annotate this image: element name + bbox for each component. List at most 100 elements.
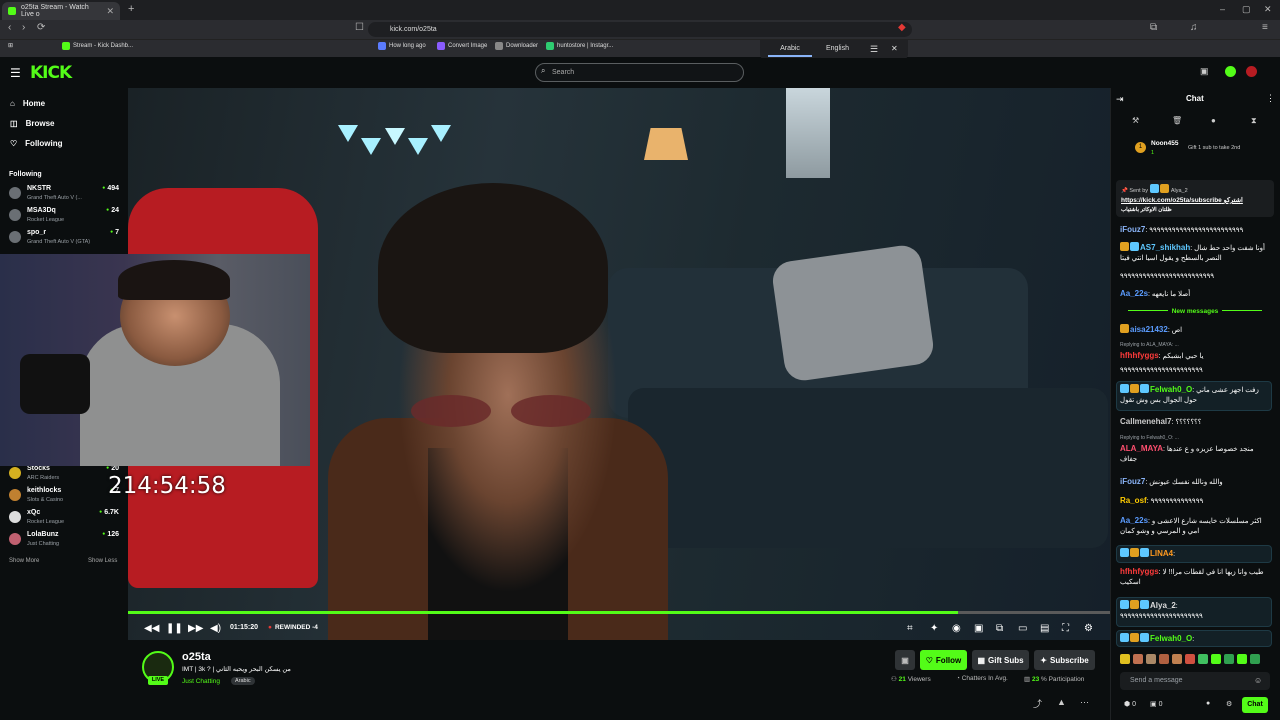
sidebar-item-home[interactable]: ⌂ Home bbox=[10, 99, 45, 108]
minimize-icon[interactable]: – bbox=[1220, 4, 1225, 14]
emote-icon bbox=[1237, 654, 1247, 664]
bookmark-item[interactable]: How long ago bbox=[378, 42, 426, 50]
search-input[interactable]: Search bbox=[535, 63, 744, 82]
leaderboard-name[interactable]: Noon455 bbox=[1151, 140, 1178, 147]
share-icon[interactable]: ⤴ bbox=[1033, 697, 1042, 710]
url-input[interactable]: kick.com/o25ta bbox=[368, 22, 912, 37]
avatar bbox=[9, 209, 21, 221]
emoji-icon[interactable]: ☺ bbox=[1254, 676, 1262, 685]
hamburger-icon[interactable]: ☰ bbox=[10, 66, 21, 80]
new-tab-icon[interactable]: + bbox=[128, 3, 134, 15]
close-window-icon[interactable]: ✕ bbox=[1264, 4, 1272, 15]
sidebar-item-browse[interactable]: ◫ Browse bbox=[10, 119, 54, 128]
counter-display[interactable]: ▣ 0 bbox=[1150, 700, 1162, 708]
chat-settings-icon[interactable]: ● bbox=[1206, 700, 1210, 707]
bookmark-icon[interactable]: ☐ bbox=[355, 22, 364, 33]
video-time: 01:15:20 bbox=[230, 624, 259, 631]
followed-channel[interactable]: spo_rGrand Theft Auto V (GTA)7 bbox=[9, 229, 121, 251]
chat-message: Felwah0_O: bbox=[1120, 633, 1270, 645]
trash-icon[interactable]: 🗑 bbox=[1172, 116, 1182, 125]
hammer-icon[interactable]: ⚒ bbox=[1132, 116, 1139, 125]
brave-shield-icon[interactable]: ◆ bbox=[898, 22, 906, 33]
close-tab-icon[interactable]: ✕ bbox=[106, 6, 114, 17]
chat-bubble-icon[interactable]: ● bbox=[1211, 116, 1216, 125]
pause-icon[interactable]: ❚❚ bbox=[166, 623, 183, 634]
translate-close-icon[interactable]: ✕ bbox=[891, 44, 898, 53]
points-display[interactable]: ⬢ 0 bbox=[1124, 700, 1136, 708]
followed-channel[interactable]: LolaBunzJust Chatting126 bbox=[9, 531, 121, 553]
show-less-link[interactable]: Show Less bbox=[88, 558, 117, 564]
settings-gear-icon[interactable]: ⚙ bbox=[1084, 623, 1093, 634]
pinned-link[interactable]: https://kick.com/o25ta/subscribe اشتركو bbox=[1121, 196, 1243, 204]
translate-lang-arabic[interactable]: Arabic bbox=[768, 45, 812, 57]
follow-button[interactable]: ♡ Follow bbox=[920, 650, 967, 670]
translate-menu-icon[interactable]: ☰ bbox=[870, 44, 878, 55]
hourglass-icon[interactable]: ⧗ bbox=[1251, 116, 1257, 126]
gift-subs-button[interactable]: ▦ Gift Subs bbox=[972, 650, 1029, 670]
stream-category[interactable]: Just Chatting bbox=[182, 678, 220, 685]
report-icon[interactable]: ▲ bbox=[1057, 697, 1066, 707]
star-icon: ✦ bbox=[1040, 655, 1047, 665]
chart-icon: ▥ bbox=[1024, 676, 1032, 683]
apps-icon[interactable]: ⊞ bbox=[8, 42, 13, 49]
profile-avatar[interactable] bbox=[1246, 66, 1257, 77]
back-icon[interactable]: ‹ bbox=[8, 22, 11, 33]
followed-channel[interactable]: MSA3DqRocket League24 bbox=[9, 207, 121, 229]
chat-message: iFouz7: ٩٩٩٩٩٩٩٩٩٩٩٩٩٩٩٩٩٩٩٩٩٩٩٩٩ bbox=[1120, 225, 1244, 234]
user-avatar[interactable] bbox=[1225, 66, 1236, 77]
avatar bbox=[9, 511, 21, 523]
maximize-icon[interactable]: ▢ bbox=[1242, 4, 1251, 15]
library-icon[interactable]: ▣ bbox=[1200, 66, 1209, 77]
forward-icon[interactable]: ▶▶ bbox=[188, 623, 203, 634]
bookmark-item[interactable]: huntostore | Instagr... bbox=[546, 42, 613, 50]
kick-favicon bbox=[8, 7, 16, 15]
chat-input[interactable]: Send a message bbox=[1120, 672, 1270, 690]
gift-note: Gift 1 sub to take 2nd bbox=[1188, 145, 1241, 151]
followed-channel[interactable]: NKSTRGrand Theft Auto V (...494 bbox=[9, 185, 121, 207]
followed-channel[interactable]: keithlocksSlots & Casino7 bbox=[9, 487, 121, 509]
emote-bar[interactable] bbox=[1120, 654, 1272, 668]
theater-icon[interactable]: ▣ bbox=[974, 623, 983, 634]
music-icon[interactable]: ♫ bbox=[1190, 22, 1198, 33]
mini-player-icon[interactable]: ▤ bbox=[1040, 623, 1049, 634]
notification-button[interactable]: ▣ bbox=[895, 650, 915, 670]
rewind-icon[interactable]: ◀◀ bbox=[144, 623, 159, 634]
chat-message: hfhhfyggs: يا حبي ابشبكم bbox=[1120, 351, 1204, 360]
live-seek-icon[interactable]: ◉ bbox=[952, 623, 961, 634]
pinned-text: ظلتان الاوكاتر باشتياب bbox=[1121, 207, 1172, 213]
sidebar-item-following[interactable]: ♡ Following bbox=[10, 139, 63, 148]
chat-message: Aa_22s: اكثر مسلسلات خايسه شارع الاعشى و… bbox=[1120, 516, 1262, 535]
video-progress-bar[interactable] bbox=[128, 611, 1110, 614]
chat-more-icon[interactable]: ⋮ bbox=[1266, 93, 1275, 104]
bookmark-item[interactable]: Convert Image bbox=[437, 42, 487, 50]
cast-icon[interactable]: ▭ bbox=[1018, 623, 1027, 634]
more-icon[interactable]: ⋯ bbox=[1080, 697, 1089, 708]
fullscreen-icon[interactable]: ⛶ bbox=[1062, 623, 1069, 634]
extensions-icon[interactable]: ⧉ bbox=[1150, 22, 1157, 33]
collapse-chat-icon[interactable]: ⇥ bbox=[1116, 94, 1124, 105]
send-chat-button[interactable]: Chat bbox=[1242, 697, 1268, 713]
chat-title: Chat bbox=[1186, 94, 1204, 103]
tab-title: o25ta Stream - Watch Live o bbox=[21, 4, 89, 18]
forward-icon[interactable]: › bbox=[22, 22, 25, 33]
convert-icon bbox=[437, 42, 445, 50]
browser-tab[interactable]: o25ta Stream - Watch Live o ✕ bbox=[2, 2, 120, 20]
pip-icon[interactable]: ⧉ bbox=[996, 623, 1003, 634]
gear-icon[interactable]: ⚙ bbox=[1226, 700, 1232, 708]
followed-channel[interactable]: StocksARC Raiders20 bbox=[9, 465, 121, 487]
heart-icon: ♡ bbox=[10, 139, 18, 148]
menu-icon[interactable]: ≡ bbox=[1262, 22, 1268, 33]
subscribe-button[interactable]: ✦ Subscribe bbox=[1034, 650, 1095, 670]
translate-lang-english[interactable]: English bbox=[826, 45, 849, 52]
sparkle-icon[interactable]: ✦ bbox=[930, 623, 938, 634]
reload-icon[interactable]: ⟳ bbox=[37, 22, 45, 33]
kick-logo[interactable]: KICK bbox=[30, 63, 72, 83]
clip-icon[interactable]: ⌗ bbox=[907, 623, 913, 634]
streamer-name[interactable]: o25ta bbox=[182, 651, 211, 663]
followed-channel[interactable]: xQcRocket League6.7K bbox=[9, 509, 121, 531]
show-more-link[interactable]: Show More bbox=[9, 558, 39, 564]
stream-tag[interactable]: Arabic bbox=[231, 677, 255, 685]
volume-icon[interactable]: ◀) bbox=[210, 623, 221, 634]
bookmark-item[interactable]: Downloader bbox=[495, 42, 538, 50]
bookmark-item[interactable]: Stream - Kick Dashb... bbox=[62, 42, 133, 50]
